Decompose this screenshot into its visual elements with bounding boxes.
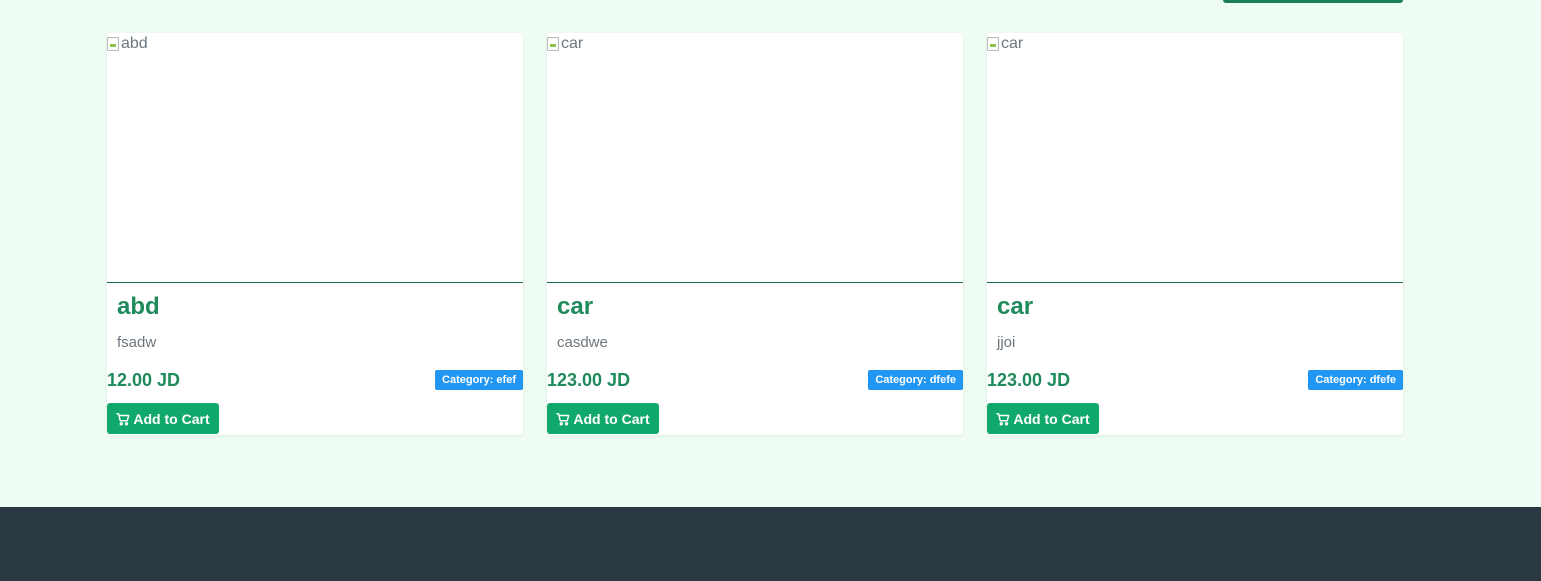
product-card: car car jjoi 123.00 JD Category: dfefe A… xyxy=(987,33,1403,435)
category-badge: Category: dfefe xyxy=(1308,370,1403,390)
page-footer xyxy=(0,507,1541,581)
product-card: abd abd fsadw 12.00 JD Category: efef Ad… xyxy=(107,33,523,435)
product-price: 12.00 JD xyxy=(107,369,181,390)
image-alt-text: abd xyxy=(121,35,148,52)
image-alt-text: car xyxy=(561,35,584,52)
product-description: jjoi xyxy=(997,334,1016,351)
add-to-cart-button[interactable]: Add to Cart xyxy=(547,403,659,434)
broken-image-alt: car xyxy=(547,35,583,53)
broken-image-alt: abd xyxy=(107,35,148,53)
broken-image-icon xyxy=(107,37,119,51)
add-to-cart-label: Add to Cart xyxy=(1013,410,1090,427)
add-to-cart-button[interactable]: Add to Cart xyxy=(987,403,1099,434)
cart-icon xyxy=(556,412,570,425)
product-description: fsadw xyxy=(117,334,157,351)
add-to-cart-label: Add to Cart xyxy=(573,410,650,427)
price-row: 12.00 JD Category: efef xyxy=(107,369,523,391)
product-title: car xyxy=(557,293,594,320)
broken-image-icon xyxy=(987,37,999,51)
price-row: 123.00 JD Category: dfefe xyxy=(987,369,1403,391)
product-image: abd xyxy=(107,33,523,283)
product-image: car xyxy=(547,33,963,283)
product-price: 123.00 JD xyxy=(547,369,631,390)
product-card: car car casdwe 123.00 JD Category: dfefe… xyxy=(547,33,963,435)
cart-icon xyxy=(116,412,130,425)
product-title: abd xyxy=(117,293,160,320)
price-row: 123.00 JD Category: dfefe xyxy=(547,369,963,391)
product-description: casdwe xyxy=(557,334,608,351)
add-to-cart-label: Add to Cart xyxy=(133,410,210,427)
product-grid: abd abd fsadw 12.00 JD Category: efef Ad… xyxy=(107,33,1403,435)
top-action-button-edge[interactable] xyxy=(1223,0,1403,3)
product-price: 123.00 JD xyxy=(987,369,1071,390)
add-to-cart-button[interactable]: Add to Cart xyxy=(107,403,219,434)
broken-image-alt: car xyxy=(987,35,1023,53)
category-badge: Category: dfefe xyxy=(868,370,963,390)
product-image: car xyxy=(987,33,1403,283)
category-badge: Category: efef xyxy=(435,370,523,390)
broken-image-icon xyxy=(547,37,559,51)
image-alt-text: car xyxy=(1001,35,1024,52)
cart-icon xyxy=(996,412,1010,425)
product-title: car xyxy=(997,293,1034,320)
